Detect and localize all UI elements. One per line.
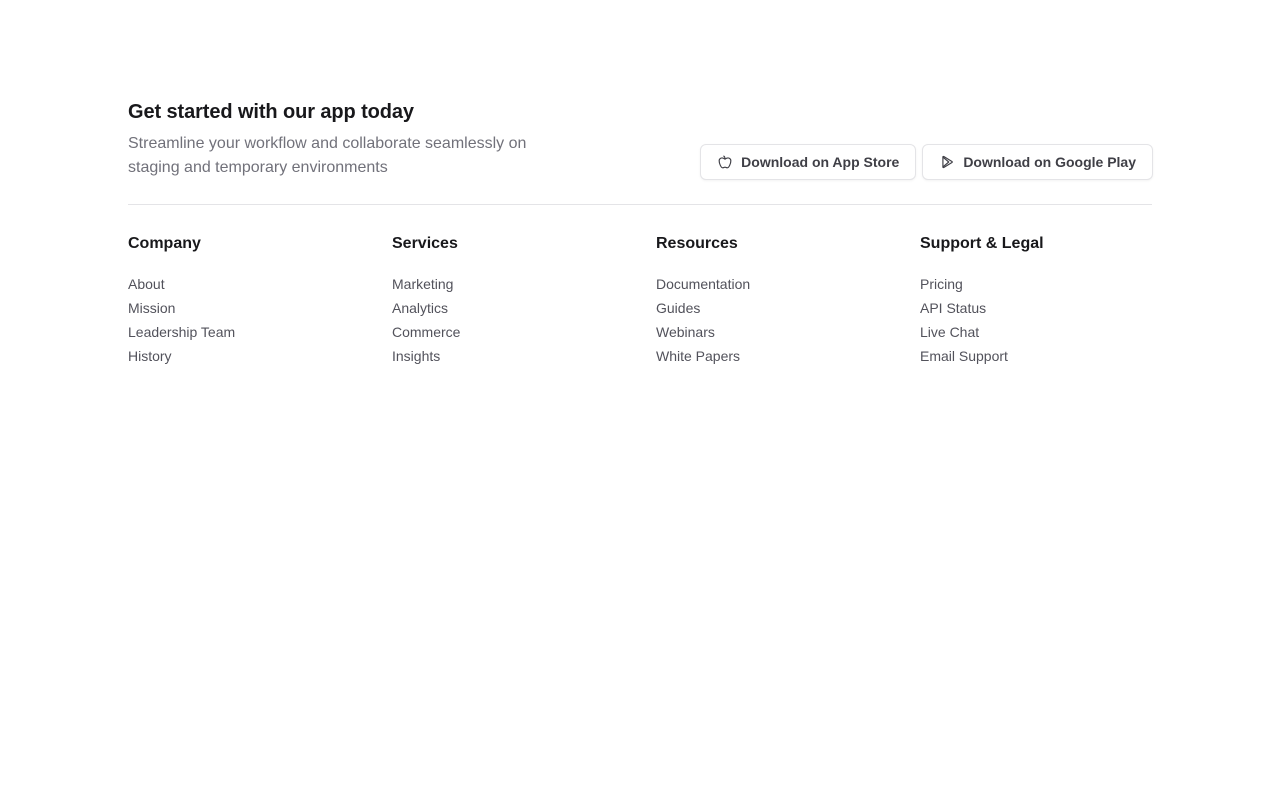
page: Get started with our app today Streamlin…: [0, 0, 1280, 800]
app-store-label: Download on App Store: [741, 154, 900, 170]
column-heading: Services: [392, 235, 458, 252]
footer-link-history[interactable]: History: [128, 348, 172, 364]
footer-link-live-chat[interactable]: Live Chat: [920, 324, 979, 340]
footer-column-resources: Resources Documentation Guides Webinars …: [656, 232, 920, 368]
cta-text: Get started with our app today Streamlin…: [128, 98, 528, 180]
footer-link-analytics[interactable]: Analytics: [392, 300, 448, 316]
footer-columns: Company About Mission Leadership Team Hi…: [128, 232, 1152, 368]
cta-title: Get started with our app today: [128, 101, 414, 123]
footer-link-email-support[interactable]: Email Support: [920, 348, 1008, 364]
cta-buttons: Download on App Store Download on Google…: [700, 144, 1153, 180]
footer-link-leadership-team[interactable]: Leadership Team: [128, 324, 235, 340]
footer-link-about[interactable]: About: [128, 276, 165, 292]
cta-description: Streamline your workflow and collaborate…: [128, 135, 527, 176]
apple-icon: [717, 154, 733, 170]
google-play-icon: [939, 154, 955, 170]
link-list: Marketing Analytics Commerce Insights: [392, 272, 656, 368]
footer-link-api-status[interactable]: API Status: [920, 300, 986, 316]
footer-column-company: Company About Mission Leadership Team Hi…: [128, 232, 392, 368]
app-store-button[interactable]: Download on App Store: [700, 144, 917, 180]
google-play-label: Download on Google Play: [963, 154, 1136, 170]
footer-column-support-legal: Support & Legal Pricing API Status Live …: [920, 232, 1152, 368]
footer-link-documentation[interactable]: Documentation: [656, 276, 750, 292]
footer-link-mission[interactable]: Mission: [128, 300, 175, 316]
link-list: Pricing API Status Live Chat Email Suppo…: [920, 272, 1152, 368]
footer-link-marketing[interactable]: Marketing: [392, 276, 453, 292]
footer: Get started with our app today Streamlin…: [128, 96, 1153, 368]
footer-column-services: Services Marketing Analytics Commerce In…: [392, 232, 656, 368]
footer-link-white-papers[interactable]: White Papers: [656, 348, 740, 364]
column-heading: Resources: [656, 235, 738, 252]
link-list: Documentation Guides Webinars White Pape…: [656, 272, 920, 368]
link-list: About Mission Leadership Team History: [128, 272, 392, 368]
footer-link-webinars[interactable]: Webinars: [656, 324, 715, 340]
footer-link-commerce[interactable]: Commerce: [392, 324, 460, 340]
footer-link-guides[interactable]: Guides: [656, 300, 700, 316]
column-heading: Support & Legal: [920, 235, 1044, 252]
google-play-button[interactable]: Download on Google Play: [922, 144, 1153, 180]
column-heading: Company: [128, 235, 201, 252]
footer-link-pricing[interactable]: Pricing: [920, 276, 963, 292]
app-download-cta: Get started with our app today Streamlin…: [128, 96, 1153, 205]
footer-link-insights[interactable]: Insights: [392, 348, 440, 364]
